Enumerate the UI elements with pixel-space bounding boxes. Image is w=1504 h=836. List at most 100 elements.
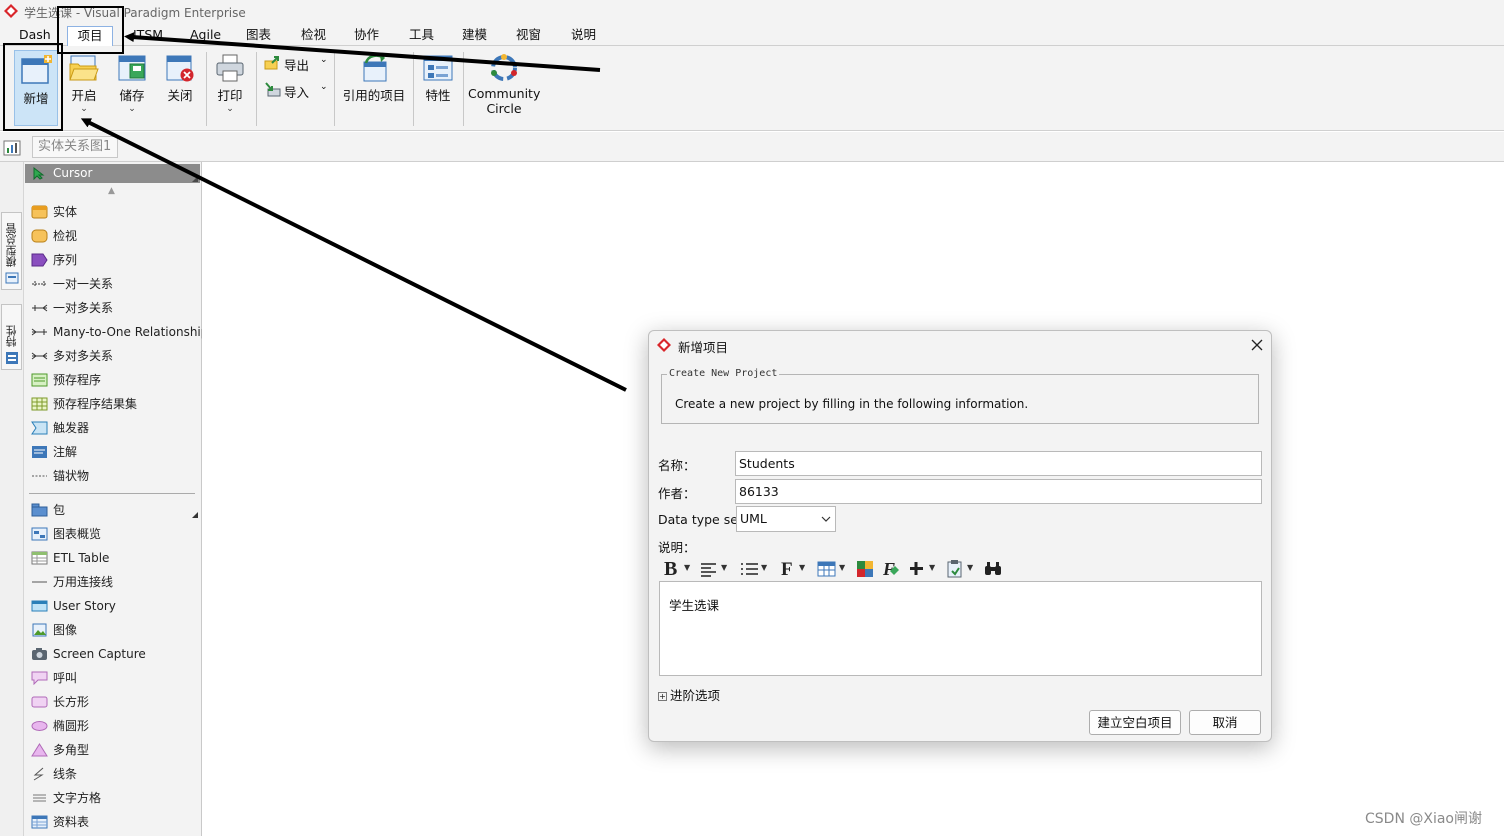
tab-help[interactable]: 说明	[567, 26, 600, 46]
palette-item-data-table[interactable]: 资料表	[29, 812, 201, 832]
color-button[interactable]	[855, 557, 877, 579]
properties-side-tab[interactable]: 特性	[1, 304, 22, 370]
palette-item-stored-procedure[interactable]: 预存程序	[29, 370, 201, 390]
author-field[interactable]: 86133	[735, 479, 1262, 504]
color-palette-icon	[857, 561, 873, 577]
palette-item-sequence[interactable]: 序列	[29, 250, 201, 270]
palette-cursor[interactable]: Cursor	[25, 164, 200, 183]
bold-button[interactable]: B ▼	[663, 557, 693, 580]
new-project-button[interactable]: 新增	[14, 50, 58, 126]
tab-view[interactable]: 检视	[297, 26, 330, 46]
binoculars-icon	[985, 562, 1001, 575]
palette-item-entity[interactable]: 实体	[29, 202, 201, 222]
comment-icon	[32, 446, 47, 458]
save-project-button[interactable]: 储存 ⌄	[112, 50, 152, 126]
list-button[interactable]: ▼	[739, 557, 771, 579]
font-button[interactable]: F ▼	[779, 557, 811, 580]
palette-item-callout[interactable]: 呼叫	[29, 668, 201, 688]
tab-window[interactable]: 视窗	[512, 26, 545, 46]
open-label: 开启	[71, 88, 97, 103]
palette-item-freehand-connector[interactable]: 万用连接线	[29, 572, 201, 592]
ribbon-separator	[334, 52, 335, 126]
data-type-set-select[interactable]: UML	[736, 506, 836, 532]
print-label: 打印	[217, 88, 243, 103]
chevron-down-icon[interactable]: ⌄	[320, 82, 328, 92]
palette-item-one-to-one[interactable]: 一对一关系	[29, 274, 201, 294]
export-icon	[264, 56, 279, 70]
tab-dash[interactable]: Dash	[15, 26, 55, 46]
chevron-down-icon[interactable]: ⌄	[320, 55, 328, 65]
tab-tools[interactable]: 工具	[405, 26, 438, 46]
community-circle-button[interactable]: Community Circle	[468, 50, 540, 126]
palette-item-trigger[interactable]: 触发器	[29, 418, 201, 438]
reference-button[interactable]: ▼	[945, 557, 977, 579]
chevron-down-icon[interactable]: ⌄	[210, 105, 250, 114]
open-folder-icon	[69, 55, 99, 81]
palette-item-view[interactable]: 检视	[29, 226, 201, 246]
find-button[interactable]	[983, 557, 1005, 579]
align-button[interactable]: ▼	[699, 557, 731, 579]
close-icon[interactable]	[1249, 337, 1265, 353]
ribbon-separator	[463, 52, 464, 126]
polygon-icon	[31, 743, 48, 757]
window-title: 学生选课 - Visual Paradigm Enterprise	[24, 6, 246, 20]
description-editor[interactable]: 学生选课	[659, 581, 1262, 676]
palette-item-etl-table[interactable]: ETL Table	[29, 548, 201, 568]
palette-item-many-to-many[interactable]: 多对多关系	[29, 346, 201, 366]
group-title: Create New Project	[667, 368, 780, 379]
palette-item-image[interactable]: 图像	[29, 620, 201, 640]
chevron-down-icon[interactable]: ⌄	[112, 105, 152, 114]
import-button[interactable]: 导入 ⌄	[264, 80, 332, 102]
open-project-button[interactable]: 开启 ⌄	[64, 50, 104, 126]
plus-icon	[910, 562, 923, 575]
palette-item-many-to-one[interactable]: Many-to-One Relationship	[29, 322, 208, 342]
diagram-tab-bar: 实体关系图1	[0, 132, 1504, 162]
rectangle-icon	[31, 696, 48, 708]
palette-item-line[interactable]: 线条	[29, 764, 201, 784]
model-explorer-tab[interactable]: 模型总管	[1, 212, 22, 290]
create-new-project-group: Create New Project Create a new project …	[661, 368, 1259, 424]
palette-item-comment[interactable]: 注解	[29, 442, 201, 462]
tab-diagram[interactable]: 图表	[242, 26, 275, 46]
tab-agile[interactable]: Agile	[186, 26, 225, 46]
referenced-projects-button[interactable]: 引用的项目	[340, 50, 408, 126]
close-project-icon	[166, 55, 194, 82]
diagram-navigator-icon[interactable]	[3, 138, 21, 156]
close-project-button[interactable]: 关闭	[160, 50, 200, 126]
print-button[interactable]: 打印 ⌄	[210, 50, 250, 126]
cancel-button[interactable]: 取消	[1189, 710, 1261, 735]
clear-format-button[interactable]: F	[881, 557, 903, 579]
palette-item-anchor[interactable]: 锚状物	[29, 466, 201, 486]
tab-team[interactable]: 协作	[350, 26, 383, 46]
palette-item-ellipse[interactable]: 椭圆形	[29, 716, 201, 736]
palette-item-result-set[interactable]: 预存程序结果集	[29, 394, 201, 414]
name-field[interactable]: Students	[735, 451, 1262, 476]
menu-bar: Dash 项目 ITSM Agile 图表 检视 协作 工具 建模 视窗 说明	[0, 23, 1504, 46]
trigger-icon	[31, 421, 48, 435]
palette-corner-marker	[192, 176, 198, 182]
palette-item-package[interactable]: 包	[29, 500, 201, 520]
palette-item-rectangle[interactable]: 长方形	[29, 692, 201, 712]
palette-item-diagram-overview[interactable]: 图表概览	[29, 524, 201, 544]
palette-item-user-story[interactable]: User Story	[29, 596, 201, 616]
diagram-tab[interactable]: 实体关系图1	[32, 136, 118, 158]
properties-button[interactable]: 特性	[418, 50, 458, 126]
insert-button[interactable]: ▼	[907, 557, 939, 579]
palette-item-text-box[interactable]: 文字方格	[29, 788, 201, 808]
stored-procedure-icon	[31, 373, 48, 387]
chevron-down-icon[interactable]: ⌄	[64, 105, 104, 114]
export-button[interactable]: 导出 ⌄	[264, 53, 332, 75]
table-button[interactable]: ▼	[817, 557, 851, 579]
tab-modeling[interactable]: 建模	[458, 26, 491, 46]
tab-project[interactable]: 项目	[67, 26, 113, 46]
palette-item-polygon[interactable]: 多角型	[29, 740, 201, 760]
create-blank-project-button[interactable]: 建立空白项目	[1089, 710, 1181, 735]
printer-icon	[216, 54, 244, 82]
chevron-down-icon: ▼	[761, 563, 768, 572]
scroll-up-icon[interactable]: ▲	[108, 186, 115, 196]
camera-icon	[32, 648, 47, 660]
tab-itsm[interactable]: ITSM	[129, 26, 167, 46]
palette-item-screen-capture[interactable]: Screen Capture	[29, 644, 201, 664]
palette-item-one-to-many[interactable]: 一对多关系	[29, 298, 201, 318]
advanced-options-toggle[interactable]: + 进阶选项	[658, 685, 720, 704]
